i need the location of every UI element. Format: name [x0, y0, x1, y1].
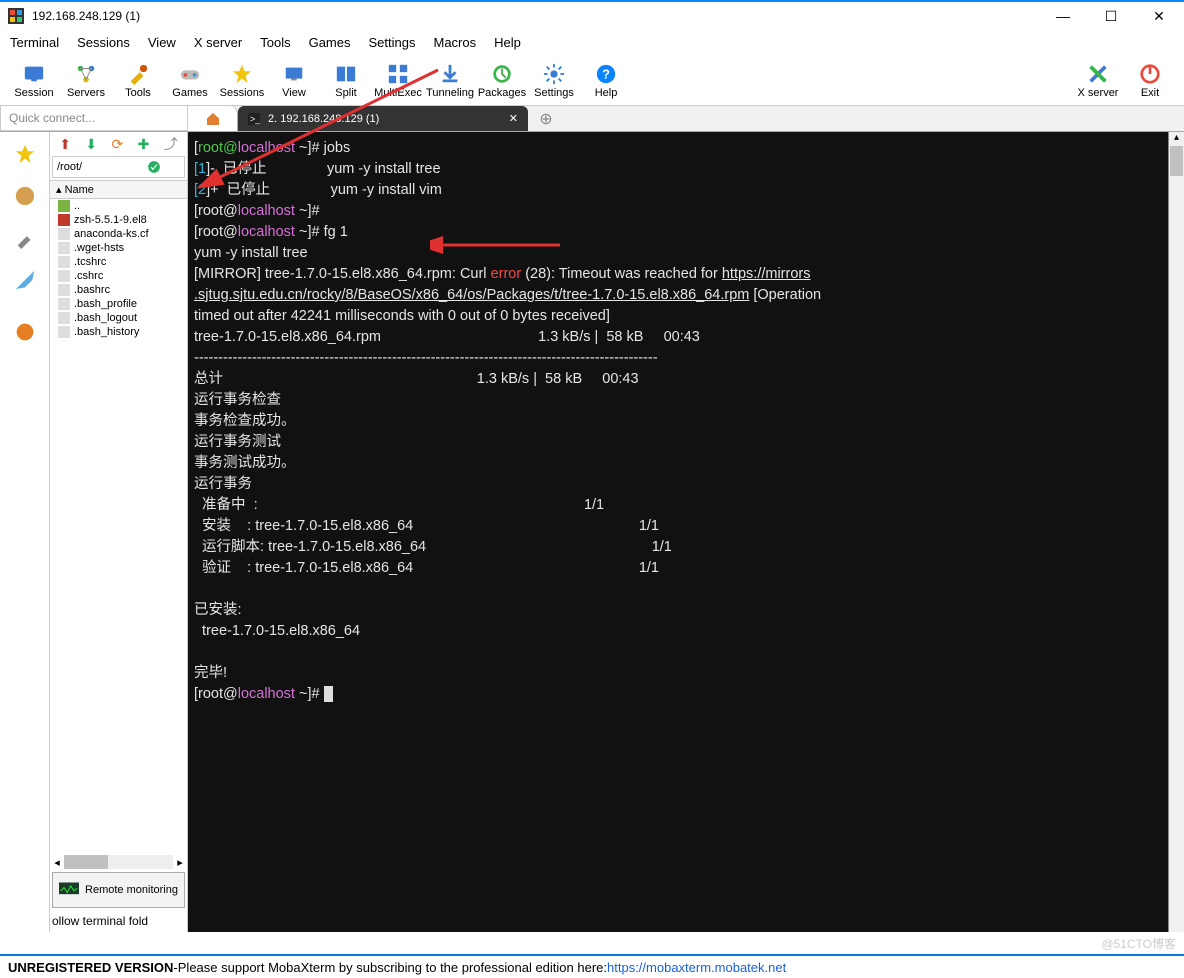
maximize-button[interactable]: ☐ — [1096, 8, 1126, 25]
footer: UNREGISTERED VERSION - Please support Mo… — [0, 954, 1184, 978]
footer-link[interactable]: https://mobaxterm.mobatek.net — [607, 960, 786, 975]
watermark: @51CTO博客 — [1101, 935, 1176, 952]
download-icon[interactable]: ⬇ — [85, 136, 97, 153]
list-item[interactable]: anaconda-ks.cf — [50, 227, 187, 241]
menu-terminal[interactable]: Terminal — [10, 35, 59, 50]
menu-sessions[interactable]: Sessions — [77, 35, 130, 50]
remote-monitoring-button[interactable]: Remote monitoring — [52, 872, 185, 908]
file-list-hscroll[interactable]: ◂ ▸ — [50, 854, 187, 870]
toolbar-servers[interactable]: Servers — [60, 63, 112, 99]
toolbar-tools[interactable]: Tools — [112, 63, 164, 99]
parent-icon[interactable]: ⤴ — [164, 134, 178, 154]
toolbar: Session Servers Tools Games Sessions Vie… — [0, 54, 1184, 106]
sidebar — [0, 132, 50, 932]
file-list-header[interactable]: ▴ Name — [50, 180, 187, 199]
toolbar-exit[interactable]: Exit — [1124, 63, 1176, 99]
sidebar-macros[interactable] — [13, 268, 37, 292]
monitor-icon — [59, 882, 79, 898]
sidebar-sftp[interactable] — [13, 184, 37, 208]
quick-connect-input[interactable]: Quick connect... — [0, 106, 188, 131]
list-item[interactable]: .. — [50, 199, 187, 213]
sidebar-favorites[interactable] — [13, 142, 37, 166]
refresh-icon[interactable]: ⟳ — [111, 136, 123, 153]
footer-version: UNREGISTERED VERSION — [8, 960, 173, 975]
app-icon — [8, 8, 24, 24]
window-title: 192.168.248.129 (1) — [32, 9, 1048, 23]
list-item[interactable]: .bash_profile — [50, 297, 187, 311]
footer-text: Please support MobaXterm by subscribing … — [178, 960, 607, 975]
menu-macros[interactable]: Macros — [433, 35, 476, 50]
list-item[interactable]: .tcshrc — [50, 255, 187, 269]
list-item[interactable]: .cshrc — [50, 269, 187, 283]
title-bar: 192.168.248.129 (1) — ☐ ✕ — [0, 0, 1184, 30]
menu-bar: Terminal Sessions View X server Tools Ga… — [0, 30, 1184, 54]
tab-close-button[interactable]: ✕ — [509, 112, 518, 125]
terminal[interactable]: [root@localhost ~]# jobs [1]- 已停止 yum -y… — [188, 132, 1168, 932]
menu-games[interactable]: Games — [309, 35, 351, 50]
menu-view[interactable]: View — [148, 35, 176, 50]
menu-tools[interactable]: Tools — [260, 35, 290, 50]
sidebar-tools[interactable] — [13, 226, 37, 250]
toolbar-xserver[interactable]: X server — [1072, 63, 1124, 99]
toolbar-help[interactable]: ?Help — [580, 63, 632, 99]
path-input[interactable] — [57, 161, 147, 173]
follow-terminal-checkbox[interactable]: ollow terminal fold — [50, 910, 187, 932]
list-item[interactable]: .bash_history — [50, 325, 187, 339]
annotation-arrow-2 — [430, 230, 570, 260]
new-tab-button[interactable]: ⊕ — [528, 106, 564, 131]
annotation-arrow-1 — [190, 60, 470, 190]
newfolder-icon[interactable]: ✚ — [138, 136, 150, 153]
list-item[interactable]: zsh-5.5.1-9.el8 — [50, 213, 187, 227]
svg-text:?: ? — [602, 66, 610, 81]
toolbar-session[interactable]: Session — [8, 63, 60, 99]
tab-row: Quick connect... >_ 2. 192.168.248.129 (… — [0, 106, 1184, 132]
toolbar-settings[interactable]: Settings — [528, 63, 580, 99]
menu-settings[interactable]: Settings — [369, 35, 416, 50]
file-browser: ⬆ ⬇ ⟳ ✚ ⤴ ▴ Name .. zsh-5.5.1-9.el8 anac… — [50, 132, 188, 932]
close-button[interactable]: ✕ — [1144, 8, 1174, 25]
menu-help[interactable]: Help — [494, 35, 521, 50]
path-ok-icon — [147, 160, 161, 174]
terminal-scrollbar[interactable]: ▴ — [1168, 132, 1184, 932]
upload-icon[interactable]: ⬆ — [59, 136, 71, 153]
menu-xserver[interactable]: X server — [194, 35, 242, 50]
file-browser-toolbar: ⬆ ⬇ ⟳ ✚ ⤴ — [50, 132, 187, 156]
path-input-wrap — [52, 156, 185, 178]
minimize-button[interactable]: — — [1048, 8, 1078, 25]
list-item[interactable]: .wget-hsts — [50, 241, 187, 255]
file-list: .. zsh-5.5.1-9.el8 anaconda-ks.cf .wget-… — [50, 199, 187, 854]
toolbar-packages[interactable]: Packages — [476, 63, 528, 99]
list-item[interactable]: .bash_logout — [50, 311, 187, 325]
list-item[interactable]: .bashrc — [50, 283, 187, 297]
sidebar-globe[interactable] — [13, 320, 37, 344]
